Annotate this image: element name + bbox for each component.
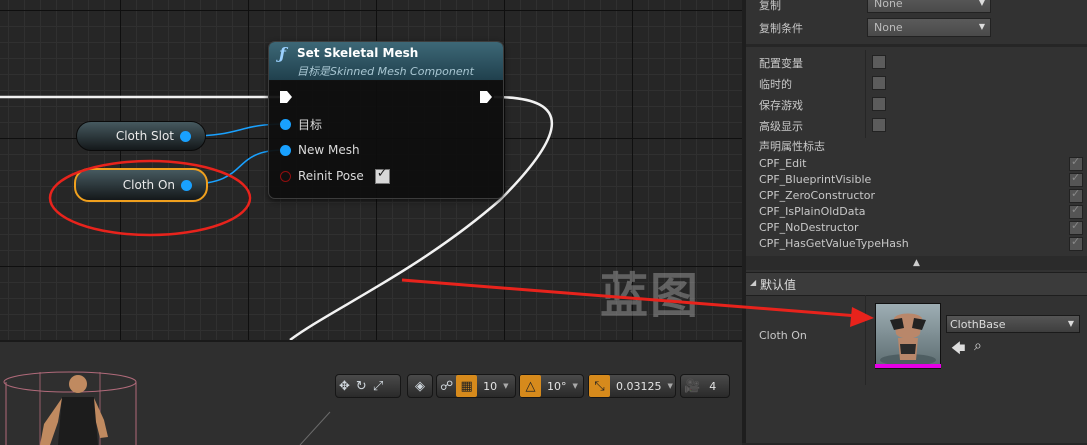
property-flag-label: CPF_ZeroConstructor <box>759 189 875 202</box>
grid-icon[interactable]: ▦ <box>456 375 478 397</box>
scale-snap-value[interactable]: 0.03125 <box>610 380 668 393</box>
property-flag-checkbox <box>1069 155 1083 171</box>
new-mesh-pin-label: New Mesh <box>298 143 360 157</box>
rotation-snap-caret-icon[interactable]: ▼ <box>573 382 578 390</box>
property-flag-row: CPF_ZeroConstructor <box>746 186 1087 203</box>
asset-picker-combo[interactable]: ClothBase <box>946 315 1080 333</box>
grid-snap-group: ☍ ▦ 10 ▼ <box>436 374 516 398</box>
scale-snap-caret-icon[interactable]: ▼ <box>668 382 673 390</box>
target-pin-dot[interactable] <box>280 118 291 130</box>
cloth-on-property-label: Cloth On <box>759 329 807 342</box>
surface-snap-icon[interactable]: ☍ <box>437 379 456 394</box>
property-flag-checkbox <box>1069 171 1083 187</box>
flag-row-advanced: 高级显示 <box>746 115 1087 135</box>
save-game-label: 保存游戏 <box>759 99 803 112</box>
function-icon: ƒ <box>279 44 286 63</box>
property-flag-row: CPF_NoDestructor <box>746 218 1087 235</box>
advanced-display-checkbox[interactable] <box>872 118 886 132</box>
default-value-header: 默认值 <box>760 278 797 292</box>
cloth-on-label: Cloth On <box>122 178 175 192</box>
watermark: 蓝图 <box>600 268 701 324</box>
scale-snap-icon[interactable]: ⤡ <box>589 375 610 397</box>
reinit-pose-checkbox[interactable]: ✓ <box>374 165 390 184</box>
flag-row-savegame: 保存游戏 <box>746 94 1087 114</box>
expand-triangle-icon: ◢ <box>750 278 757 287</box>
cloth-mesh-preview <box>880 313 936 366</box>
flag-row-config: 配置变量 <box>746 52 1087 72</box>
advanced-display-label: 高级显示 <box>759 120 803 133</box>
grid-snap-value[interactable]: 10 <box>477 380 503 393</box>
reinit-pose-pin-dot[interactable] <box>280 170 291 182</box>
browse-search-icon[interactable]: ⌕ <box>974 338 982 354</box>
property-flag-label: CPF_Edit <box>759 157 807 170</box>
property-flag-checkbox <box>1069 219 1083 235</box>
transient-checkbox[interactable] <box>872 76 886 90</box>
angle-icon[interactable]: △ <box>520 375 541 397</box>
camera-speed-button[interactable]: 🎥 4 <box>680 374 730 398</box>
replication-combo[interactable]: None <box>867 0 991 13</box>
pin-new-mesh[interactable]: New Mesh <box>280 142 360 158</box>
rotation-snap-group: △ 10° ▼ <box>519 374 584 398</box>
rotate-icon[interactable]: ↻ <box>353 379 370 394</box>
save-game-checkbox[interactable] <box>872 97 886 111</box>
transform-tools-group: ✥ ↻ ⤢ <box>335 374 401 398</box>
target-pin-label: 目标 <box>298 117 323 132</box>
reinit-pose-pin-label: Reinit Pose <box>298 169 364 183</box>
property-flag-checkbox <box>1069 187 1083 203</box>
property-flag-label: CPF_IsPlainOldData <box>759 205 866 218</box>
property-flag-row: CPF_HasGetValueTypeHash <box>746 234 1087 251</box>
property-flag-row: CPF_IsPlainOldData <box>746 202 1087 219</box>
cloth-on-variable-node[interactable]: Cloth On <box>74 168 208 202</box>
check-icon: ✓ <box>376 165 388 181</box>
set-skeletal-mesh-node[interactable]: ƒ Set Skeletal Mesh 目标是Skinned Mesh Comp… <box>268 41 504 199</box>
property-flags-header: 声明属性标志 <box>746 135 1087 155</box>
transient-label: 临时的 <box>759 78 792 91</box>
new-mesh-pin-dot[interactable] <box>280 144 291 156</box>
asset-type-color-bar <box>875 364 941 368</box>
property-flag-row: CPF_Edit <box>746 154 1087 171</box>
camera-speed-icon: 🎥 <box>684 378 701 394</box>
collapse-advanced-button[interactable]: ▲ <box>746 256 1087 270</box>
grid-snap-caret-icon[interactable]: ▼ <box>503 382 508 390</box>
node-subtitle: 目标是Skinned Mesh Component <box>297 65 474 78</box>
replication-condition-label: 复制条件 <box>759 22 803 35</box>
replication-condition-row: 复制条件 None <box>746 17 1087 37</box>
asset-thumbnail[interactable] <box>875 303 941 369</box>
use-selected-arrow-icon[interactable]: 🡄 <box>951 338 965 362</box>
blueprint-graph[interactable]: ƒ Set Skeletal Mesh 目标是Skinned Mesh Comp… <box>0 0 742 340</box>
pin-target[interactable]: 目标 <box>280 116 322 132</box>
config-variable-checkbox[interactable] <box>872 55 886 69</box>
coordinate-space-button[interactable]: ◈ <box>407 374 433 398</box>
node-title: Set Skeletal Mesh <box>297 46 419 60</box>
property-flag-label: CPF_BlueprintVisible <box>759 173 872 186</box>
default-value-category[interactable]: ◢ 默认值 <box>746 272 1087 296</box>
cloth-slot-output-pin[interactable] <box>180 130 191 142</box>
config-variable-label: 配置变量 <box>759 57 803 70</box>
node-header[interactable]: ƒ Set Skeletal Mesh 目标是Skinned Mesh Comp… <box>269 42 503 81</box>
property-flag-label: CPF_NoDestructor <box>759 221 859 234</box>
rotation-snap-value[interactable]: 10° <box>541 380 573 393</box>
property-flag-checkbox <box>1069 203 1083 219</box>
property-flag-row: CPF_BlueprintVisible <box>746 170 1087 187</box>
collapse-up-icon: ▲ <box>913 258 920 268</box>
property-flags-label: 声明属性标志 <box>759 140 825 153</box>
section-divider <box>746 44 1087 47</box>
property-flag-checkbox <box>1069 235 1083 251</box>
cloth-slot-variable-node[interactable]: Cloth Slot <box>76 121 206 151</box>
scale-snap-group: ⤡ 0.03125 ▼ <box>588 374 676 398</box>
cloth-slot-label: Cloth Slot <box>115 129 174 143</box>
flag-row-transient: 临时的 <box>746 73 1087 93</box>
replication-condition-combo[interactable]: None <box>867 18 991 37</box>
pin-reinit-pose[interactable]: Reinit Pose ✓ <box>280 165 390 184</box>
details-panel: 复制 None 复制条件 None 配置变量 临时的 保存游戏 高级显示 声明属… <box>742 0 1087 443</box>
scale-icon[interactable]: ⤢ <box>370 379 386 394</box>
cloth-on-output-pin[interactable] <box>181 179 192 191</box>
camera-speed-value: 4 <box>709 379 717 393</box>
property-flag-label: CPF_HasGetValueTypeHash <box>759 237 909 250</box>
replication-row: 复制 None <box>746 0 1087 14</box>
translate-icon[interactable]: ✥ <box>336 379 353 394</box>
replication-label: 复制 <box>759 0 781 12</box>
world-icon: ◈ <box>415 378 425 394</box>
